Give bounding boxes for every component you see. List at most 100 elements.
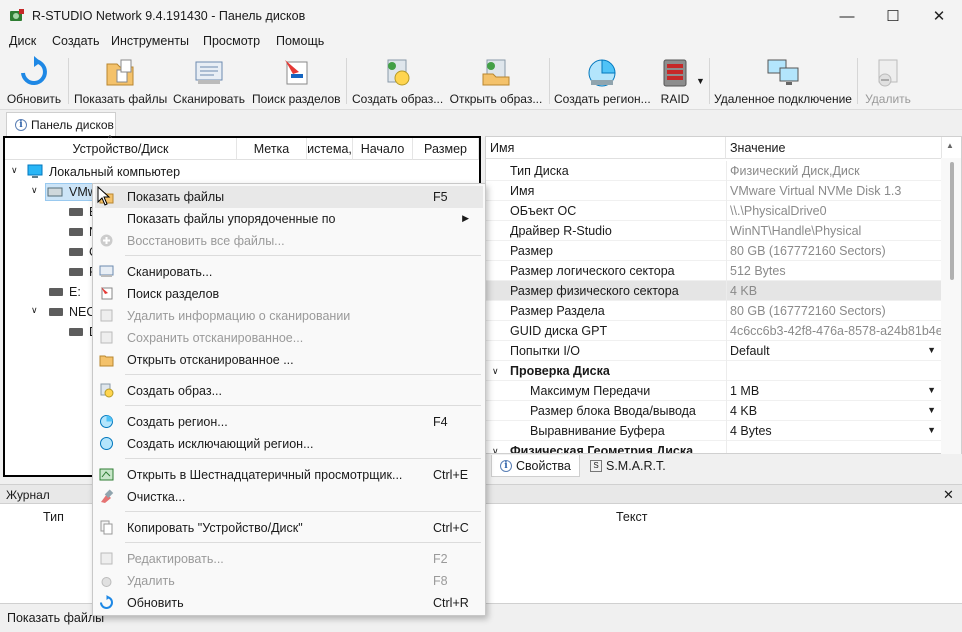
toolbar: Обновить Показать файлы Сканировать Поис… — [0, 52, 962, 110]
property-row[interactable]: Размер логического сектора 512 Bytes — [486, 261, 942, 281]
property-row[interactable]: Максимум Передачи 1 MB ▼ — [486, 381, 942, 401]
show-files-button[interactable]: Показать файлы — [74, 56, 167, 108]
minimize-button[interactable]: — — [824, 0, 870, 32]
tab-disk-panel[interactable]: i Панель дисков — [6, 112, 116, 136]
create-region-icon — [588, 59, 616, 87]
property-row[interactable]: Тип Диска Физический Диск,Диск — [486, 161, 942, 181]
menu-item-scan[interactable]: Сканировать... — [95, 261, 483, 283]
property-row[interactable]: Драйвер R-Studio WinNT\Handle\Physical — [486, 221, 942, 241]
menu-item-wipe[interactable]: Очистка... — [95, 486, 483, 508]
menu-help[interactable]: Помощь — [276, 34, 324, 48]
dropdown-arrow-icon[interactable]: ▼ — [927, 345, 936, 355]
property-name: GUID диска GPT — [510, 324, 608, 338]
menu-item-recover-all[interactable]: Восстановить все файлы... — [95, 230, 483, 252]
column-filesystem[interactable]: истема, — [307, 138, 353, 160]
column-text[interactable]: Текст — [616, 510, 647, 524]
tree-item-local-computer[interactable]: ∨ Локальный компьютер — [5, 162, 479, 182]
dropdown-arrow-icon[interactable]: ▼ — [927, 425, 936, 435]
column-name[interactable]: Имя — [486, 137, 726, 159]
tab-smart[interactable]: S S.M.A.R.T. — [582, 455, 674, 477]
menu-item-create-region[interactable]: Создать регион... F4 — [95, 411, 483, 433]
property-row[interactable]: GUID диска GPT 4c6cc6b3-42f8-476a-8578-a2… — [486, 321, 953, 341]
properties-pane[interactable]: Имя Значение Тип Диска Физический Диск,Ди… — [485, 136, 962, 454]
menu-item-show-files[interactable]: Показать файлы F5 — [95, 186, 483, 208]
menu-tools[interactable]: Инструменты — [111, 34, 189, 48]
copy-icon — [100, 520, 113, 535]
chevron-down-icon[interactable]: ∨ — [11, 165, 18, 176]
property-group-row[interactable]: ∨ Проверка Диска — [486, 361, 942, 381]
menu-bar: Диск Создать Инструменты Просмотр Помощь — [0, 32, 962, 52]
property-value: VMware Virtual NVMe Disk 1.3 — [730, 184, 902, 198]
column-device[interactable]: Устройство/Диск — [5, 138, 237, 160]
scroll-up-icon[interactable]: ▲ — [946, 141, 954, 150]
remote-connect-icon — [767, 59, 799, 85]
property-value: 80 GB (167772160 Sectors) — [730, 244, 886, 258]
property-row[interactable]: Размер Раздела 80 GB (167772160 Sectors) — [486, 301, 942, 321]
property-value: 4 Bytes — [730, 424, 772, 438]
property-row[interactable]: Попытки I/O Default ▼ — [486, 341, 942, 361]
property-row[interactable]: Размер блока Ввода/вывода 4 KB ▼ — [486, 401, 942, 421]
menu-item-refresh[interactable]: Обновить Ctrl+R — [95, 592, 483, 614]
tab-label: S.M.A.R.T. — [606, 459, 666, 473]
exclude-region-icon — [100, 437, 113, 450]
menu-item-delete[interactable]: Удалить F8 — [95, 570, 483, 592]
dropdown-arrow-icon[interactable]: ▼ — [927, 385, 936, 395]
property-value: 512 Bytes — [730, 264, 786, 278]
chevron-down-icon[interactable]: ∨ — [492, 446, 499, 453]
property-row[interactable]: Размер 80 GB (167772160 Sectors) — [486, 241, 942, 261]
chevron-down-icon[interactable]: ∨ — [492, 366, 499, 377]
scrollbar-thumb[interactable] — [950, 162, 954, 280]
menu-item-save-scan[interactable]: Сохранить отсканированное... — [95, 327, 483, 349]
column-size[interactable]: Размер — [413, 138, 479, 160]
menu-item-show-files-sorted[interactable]: Показать файлы упорядоченные по ▶ — [95, 208, 483, 230]
create-region-button[interactable]: Создать регион... — [554, 56, 651, 108]
create-image-button[interactable]: Создать образ... — [352, 56, 444, 108]
open-image-icon — [482, 59, 510, 86]
create-image-label: Создать образ... — [352, 92, 444, 106]
chevron-down-icon[interactable]: ∨ — [31, 305, 38, 316]
close-button[interactable]: ✕ — [916, 0, 962, 32]
scan-label: Сканировать — [173, 92, 245, 106]
delete-button[interactable]: Удалить — [862, 56, 914, 108]
menu-create[interactable]: Создать — [52, 34, 100, 48]
dropdown-arrow-icon[interactable]: ▼ — [927, 405, 936, 415]
maximize-button[interactable]: ☐ — [870, 0, 916, 32]
property-row[interactable]: ОБъект ОС \\.\PhysicalDrive0 — [486, 201, 942, 221]
menu-item-create-image[interactable]: Создать образ... — [95, 380, 483, 402]
column-label[interactable]: Метка — [237, 138, 307, 160]
property-row[interactable]: Выравнивание Буфера 4 Bytes ▼ — [486, 421, 942, 441]
menu-item-search-partitions[interactable]: Поиск разделов — [95, 283, 483, 305]
menu-item-edit[interactable]: Редактировать... F2 — [95, 548, 483, 570]
tree-item-label: Локальный компьютер — [49, 165, 181, 179]
menu-separator — [125, 255, 481, 256]
refresh-button[interactable]: Обновить — [4, 56, 64, 108]
smart-icon: S — [590, 460, 602, 472]
menu-disk[interactable]: Диск — [9, 34, 36, 48]
scan-button[interactable]: Сканировать — [172, 56, 246, 108]
delete-icon — [878, 59, 898, 87]
property-name: Размер блока Ввода/вывода — [530, 404, 696, 418]
menu-item-delete-scan-info[interactable]: Удалить информацию о сканировании — [95, 305, 483, 327]
menu-item-create-exclude-region[interactable]: Создать исключающий регион... — [95, 433, 483, 455]
property-row-highlighted[interactable]: Размер физического сектора 4 KB — [486, 281, 942, 301]
column-type[interactable]: Тип — [43, 510, 64, 524]
create-region-icon — [100, 415, 113, 428]
open-image-button[interactable]: Открыть образ... — [448, 56, 544, 108]
remote-connect-button[interactable]: Удаленное подключение — [714, 56, 852, 108]
chevron-down-icon[interactable]: ∨ — [31, 185, 38, 196]
property-group-row[interactable]: ∨ Физическая Геометрия Диска — [486, 441, 942, 453]
tab-properties[interactable]: i Свойства — [491, 455, 580, 477]
raid-dropdown-icon[interactable]: ▼ — [696, 76, 705, 86]
property-row[interactable]: Имя VMware Virtual NVMe Disk 1.3 — [486, 181, 942, 201]
toolbar-separator — [68, 58, 69, 104]
menu-item-hex-viewer[interactable]: Открыть в Шестнадцатеричный просмотрщик.… — [95, 464, 483, 486]
journal-close-icon[interactable]: ✕ — [943, 487, 954, 503]
column-start[interactable]: Начало — [353, 138, 413, 160]
menu-item-copy[interactable]: Копировать "Устройство/Диск" Ctrl+C — [95, 517, 483, 539]
drive-icon — [49, 288, 63, 296]
menu-view[interactable]: Просмотр — [203, 34, 260, 48]
menu-item-open-scan[interactable]: Открыть отсканированное ... — [95, 349, 483, 371]
raid-button[interactable]: RAID — [654, 56, 696, 108]
search-partitions-button[interactable]: Поиск разделов — [252, 56, 341, 108]
column-value[interactable]: Значение — [726, 137, 942, 159]
